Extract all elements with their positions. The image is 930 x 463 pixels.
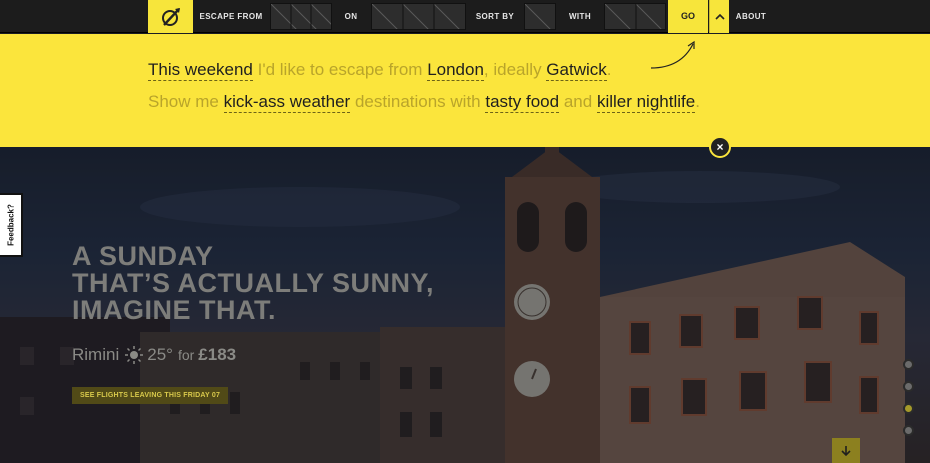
scroll-down-button[interactable] xyxy=(832,438,860,463)
airport-choice[interactable]: Gatwick xyxy=(546,60,607,81)
go-button[interactable]: GO xyxy=(668,0,708,33)
destination-temperature: 25° xyxy=(147,345,173,364)
nav-with-label: WITH xyxy=(568,12,592,21)
arrow-down-icon xyxy=(841,445,851,456)
headline-line: IMAGINE THAT. xyxy=(72,295,276,325)
food-choice[interactable]: tasty food xyxy=(485,92,560,113)
close-panel-button[interactable]: × xyxy=(709,136,731,158)
feedback-tab[interactable]: Feedback? xyxy=(0,193,23,257)
hero-section: A SUNDAY THAT’S ACTUALLY SUNNY, IMAGINE … xyxy=(0,147,930,463)
collapse-button[interactable] xyxy=(709,0,729,33)
slide-dot[interactable] xyxy=(903,381,914,392)
search-sentence-panel: This weekend I'd like to escape from Lon… xyxy=(0,34,930,147)
hero-headline: A SUNDAY THAT’S ACTUALLY SUNNY, IMAGINE … xyxy=(72,243,434,324)
sentence-line-2: Show me kick-ass weather destinations wi… xyxy=(148,92,700,113)
escape-from-slot[interactable] xyxy=(270,3,332,30)
sentence-filler: . xyxy=(606,60,612,79)
sort-by-slot[interactable] xyxy=(524,3,556,30)
top-navigation: ESCAPE FROM ON SORT BY WITH GO ABOUT xyxy=(0,0,930,33)
origin-city-choice[interactable]: London xyxy=(427,60,484,81)
nav-about-link[interactable]: ABOUT xyxy=(731,0,771,33)
nav-on-label: ON xyxy=(344,12,358,21)
sentence-filler: and xyxy=(563,92,593,111)
slide-indicator xyxy=(903,359,914,447)
when-choice[interactable]: This weekend xyxy=(148,60,253,81)
date-slot[interactable] xyxy=(371,3,466,30)
for-label: for xyxy=(177,347,195,363)
sentence-filler: I'd like to escape from xyxy=(257,60,423,79)
headline-line: THAT’S ACTUALLY SUNNY, xyxy=(72,268,435,298)
slide-dot[interactable] xyxy=(903,359,914,370)
headline-line: A SUNDAY xyxy=(72,241,214,271)
feedback-label: Feedback? xyxy=(6,204,15,246)
sentence-filler: destinations with xyxy=(354,92,481,111)
sentence-line-1: This weekend I'd like to escape from Lon… xyxy=(148,60,612,81)
sun-icon xyxy=(125,346,144,364)
slide-dot[interactable] xyxy=(903,425,914,436)
compass-pen-logo-icon xyxy=(161,7,180,26)
sentence-filler: Show me xyxy=(148,92,219,111)
sentence-filler: . xyxy=(695,92,700,111)
logo-button[interactable] xyxy=(148,0,193,33)
nightlife-choice[interactable]: killer nightlife xyxy=(596,92,696,113)
see-flights-button[interactable]: SEE FLIGHTS LEAVING THIS FRIDAY 07 xyxy=(72,387,229,404)
slide-dot-active[interactable] xyxy=(903,403,914,414)
destination-city: Rimini xyxy=(72,345,120,364)
with-slot[interactable] xyxy=(604,3,666,30)
chevron-up-icon xyxy=(714,13,725,20)
nav-sort-by-label: SORT BY xyxy=(475,12,515,21)
curved-arrow-icon xyxy=(650,40,695,69)
destination-price: £183 xyxy=(198,345,237,364)
destination-summary: Rimini 25° for £183 xyxy=(72,345,236,365)
nav-escape-from-label: ESCAPE FROM xyxy=(199,12,263,21)
sentence-filler: , ideally xyxy=(483,60,542,79)
weather-choice[interactable]: kick-ass weather xyxy=(223,92,351,113)
